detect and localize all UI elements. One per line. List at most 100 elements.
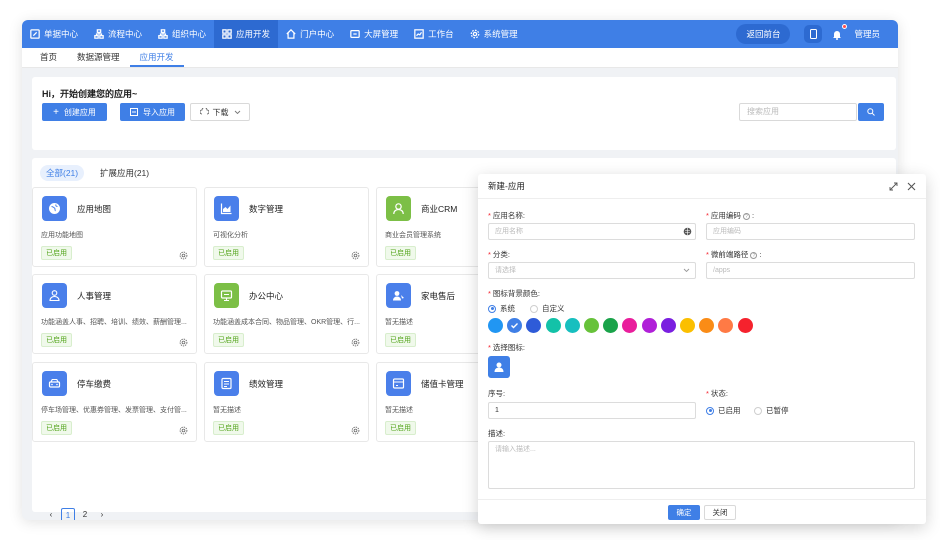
create-app-button[interactable]: + 创建应用 [42,103,107,121]
tab-home[interactable]: 首页 [30,47,67,67]
nav-item-flow[interactable]: 流程中心 [86,20,150,48]
notification-dot [842,24,848,29]
color-swatch[interactable] [622,318,638,333]
color-swatch[interactable] [507,318,523,333]
user-name[interactable]: 管理员 [854,28,880,40]
color-swatch[interactable] [526,318,542,333]
settings-gear-icon[interactable] [351,247,360,260]
status-badge: 已启用 [385,421,416,435]
category-select[interactable]: 请选择 [488,262,696,279]
app-name: 家电售后 [421,291,456,301]
app-card[interactable]: 绩效管理 暂无描述 已启用 [204,362,369,442]
nav-label: 单据中心 [44,29,79,39]
status-badge: 已启用 [41,421,72,435]
new-app-dialog: 新建-应用 * 应用名称: 应用名称 * 应用编码? : 应用编码 * 分类: 请选择… [478,174,926,524]
mobile-preview-button[interactable] [804,25,823,43]
color-swatch[interactable] [680,318,695,333]
app-card[interactable]: 应用地图 应用功能地图 已启用 [32,187,197,267]
download-dropdown[interactable]: 下载 [190,103,250,121]
import-app-button[interactable]: 导入应用 [120,103,185,121]
page-2-button[interactable]: 2 [78,508,92,520]
help-icon[interactable]: ? [750,251,758,259]
app-name-input[interactable]: 应用名称 [488,223,696,240]
color-swatch[interactable] [564,318,580,333]
color-swatch[interactable] [660,318,676,333]
back-to-front-button[interactable]: 返回前台 [736,24,791,44]
app-code-input[interactable]: 应用编码 [706,223,915,240]
settings-gear-icon[interactable] [351,334,360,347]
app-card[interactable]: 办公中心 功能涵盖成本合同、物品管理、OKR管理、行... 已启用 [204,274,369,354]
check-icon [511,323,519,329]
notification-button[interactable] [830,24,848,41]
color-swatch[interactable] [488,318,503,333]
filter-all[interactable]: 全部(21) [40,165,85,181]
nav-item-app-dev[interactable]: 应用开发 [214,20,279,48]
nav-item-system[interactable]: 系统管理 [462,20,526,48]
status-paused-radio[interactable]: 已暂停 [754,405,789,416]
edit-icon [30,29,40,39]
app-description: 功能涵盖成本合同、物品管理、OKR管理、行... [213,319,361,326]
dialog-header: 新建-应用 [478,174,926,199]
search-button[interactable] [858,103,884,121]
gear-icon [470,29,479,39]
color-swatch[interactable] [737,318,753,333]
color-swatch[interactable] [603,318,619,333]
expand-icon[interactable] [889,182,898,191]
chart-icon [414,29,424,39]
org-icon [158,29,168,39]
settings-gear-icon[interactable] [351,422,360,435]
desc-textarea[interactable]: 请输入描述... [488,441,915,489]
ok-button[interactable]: 确定 [668,505,700,520]
settings-gear-icon[interactable] [179,422,188,435]
settings-gear-icon[interactable] [179,334,188,347]
selected-icon-button[interactable] [488,356,510,378]
create-app-label: 创建应用 [63,107,96,117]
nav-item-screen[interactable]: 大屏管理 [342,20,406,48]
dialog-title: 新建-应用 [488,181,525,191]
filter-extension[interactable]: 扩展应用(21) [94,165,155,181]
app-name: 应用地图 [77,204,112,214]
flow-icon [94,29,104,39]
mobile-path-input[interactable]: /apps [706,262,915,279]
status-label: * 状态: [706,389,729,398]
next-page-button[interactable]: › [95,508,109,520]
app-card[interactable]: 人事管理 功能涵盖人事、招聘、培训、绩效、薪酬管理... 已启用 [32,274,197,354]
globe-icon[interactable] [683,227,692,236]
page-1-button[interactable]: 1 [61,508,75,520]
app-description: 应用功能地图 [41,232,83,239]
app-description: 暂无描述 [213,407,241,414]
color-swatch[interactable] [584,318,599,333]
form-icon [214,371,239,396]
color-swatch[interactable] [641,318,657,333]
import-icon [130,108,138,116]
monitor-icon [214,283,239,308]
nav-item-workbench[interactable]: 工作台 [406,20,462,48]
color-swatch[interactable] [699,318,715,333]
nav-item-org[interactable]: 组织中心 [150,20,214,48]
card-icon [386,371,411,396]
chevron-down-icon [234,110,240,114]
app-name: 数字管理 [249,204,284,214]
close-button[interactable]: 关闭 [704,505,736,520]
people-icon [42,283,67,308]
prev-page-button[interactable]: ‹ [44,508,58,520]
color-swatch[interactable] [545,318,561,333]
car-icon [42,371,67,396]
close-icon[interactable] [907,182,916,191]
status-enabled-radio[interactable]: 已启用 [706,405,741,416]
app-card[interactable]: 停车缴费 停车场管理、优惠券管理、发票管理、支付管... 已启用 [32,362,197,442]
color-mode-custom-radio[interactable]: 自定义 [530,303,565,314]
settings-gear-icon[interactable] [179,247,188,260]
order-input[interactable]: 1 [488,402,696,419]
nav-item-documents[interactable]: 单据中心 [22,20,86,48]
tab-datasource[interactable]: 数据源管理 [67,47,130,67]
help-icon[interactable]: ? [742,212,750,220]
search-input[interactable]: 搜索应用 [739,103,857,121]
color-mode-system-radio[interactable]: 系统 [488,303,515,314]
tab-app-dev[interactable]: 应用开发 [129,47,184,67]
color-swatch[interactable] [718,318,734,333]
app-name: 商业CRM [421,204,458,214]
app-card[interactable]: 数字管理 可视化分析 已启用 [204,187,369,267]
app-description: 停车场管理、优惠券管理、发票管理、支付管... [41,407,187,414]
nav-item-portal[interactable]: 门户中心 [278,20,342,48]
